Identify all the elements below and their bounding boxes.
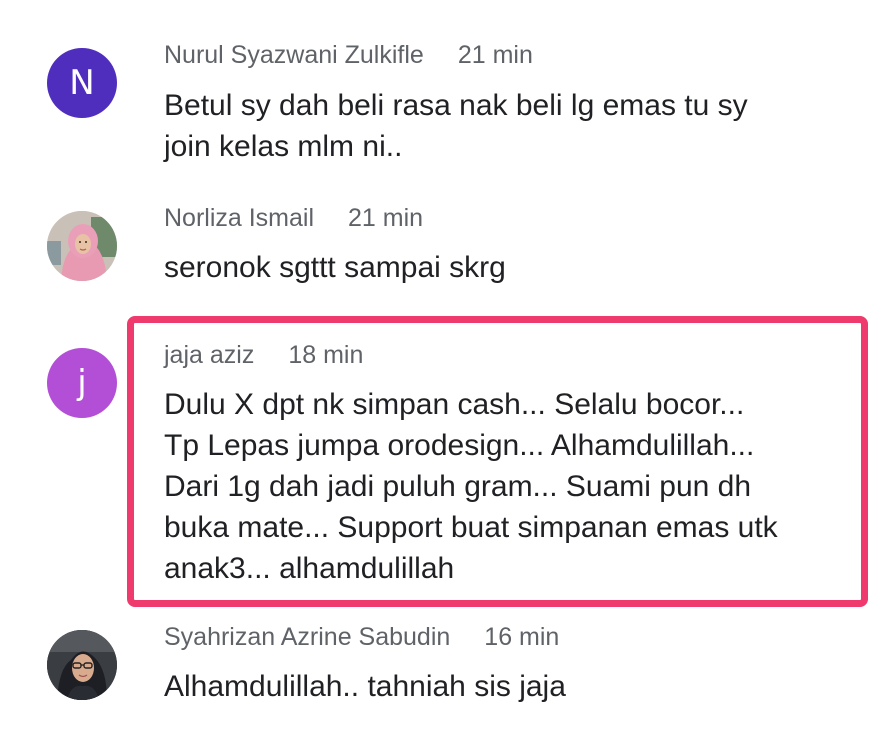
comment-meta: Nurul Syazwani Zulkifle 21 min <box>164 41 533 70</box>
avatar[interactable] <box>47 211 117 281</box>
comment-text-line: anak3... alhamdulillah <box>164 552 455 585</box>
comment-time: 21 min <box>348 204 424 232</box>
commenter-name[interactable]: Norliza Ismail <box>164 204 314 232</box>
comment-text-line: buka mate... Support buat simpanan emas … <box>164 511 778 544</box>
comment-meta: jaja aziz 18 min <box>164 341 363 370</box>
avatar-letter: N <box>69 63 95 103</box>
avatar[interactable] <box>47 630 117 700</box>
comment-text-line: Dari 1g dah jadi puluh gram... Suami pun… <box>164 470 752 503</box>
comment-text-line: Dulu X dpt nk simpan cash... Selalu boco… <box>164 388 745 421</box>
comment-text-line: join kelas mlm ni.. <box>164 130 403 163</box>
profile-photo-icon <box>47 630 117 700</box>
profile-photo-icon <box>47 211 117 281</box>
avatar[interactable]: N <box>47 48 117 118</box>
comment-meta: Syahrizan Azrine Sabudin 16 min <box>164 623 559 652</box>
avatar-letter: j <box>77 363 87 403</box>
commenter-name[interactable]: jaja aziz <box>164 341 254 369</box>
comment-text: Betul sy dah beli rasa nak beli lg emas … <box>164 85 748 167</box>
comment-time: 16 min <box>484 623 560 651</box>
comment-text-line: Betul sy dah beli rasa nak beli lg emas … <box>164 89 748 122</box>
commenter-name[interactable]: Nurul Syazwani Zulkifle <box>164 41 424 69</box>
comment-text: Alhamdulillah.. tahniah sis jaja <box>164 666 566 707</box>
comment-time: 21 min <box>457 41 533 69</box>
comment-text: Dulu X dpt nk simpan cash... Selalu boco… <box>164 384 778 589</box>
comment-text-line: Alhamdulillah.. tahniah sis jaja <box>164 670 566 703</box>
comment-text-line: Tp Lepas jumpa orodesign... Alhamdulilla… <box>164 429 755 462</box>
avatar[interactable]: j <box>47 348 117 418</box>
comment-text-line: seronok sgttt sampai skrg <box>164 251 506 284</box>
comment-meta: Norliza Ismail 21 min <box>164 204 423 233</box>
commenter-name[interactable]: Syahrizan Azrine Sabudin <box>164 623 450 651</box>
comment-time: 18 min <box>288 341 364 369</box>
comment-text: seronok sgttt sampai skrg <box>164 247 506 288</box>
